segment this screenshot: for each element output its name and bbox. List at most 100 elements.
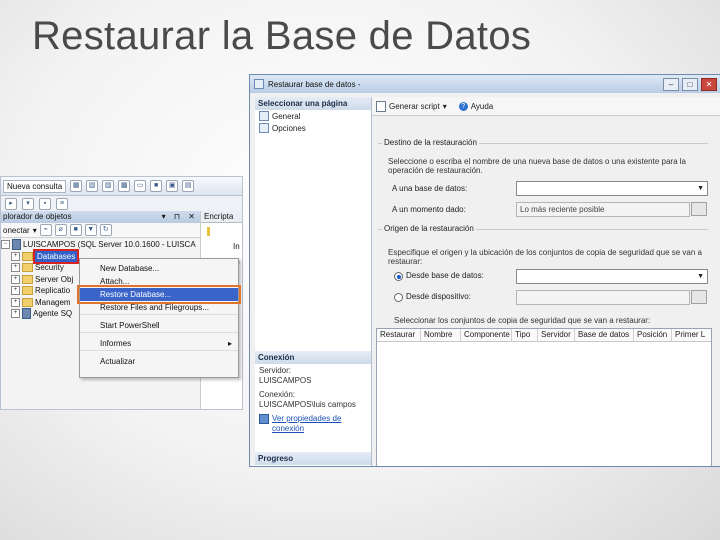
menu-item-refresh[interactable]: Actualizar bbox=[80, 355, 238, 368]
expand-icon[interactable]: + bbox=[11, 309, 20, 319]
table-header: Restaurar Nombre Componente Tipo Servido… bbox=[377, 329, 711, 342]
destination-description: Seleccione o escriba el nombre de una nu… bbox=[388, 157, 686, 175]
destination-group-label: Destino de la restauración bbox=[382, 138, 479, 147]
column-header[interactable]: Servidor bbox=[538, 329, 575, 341]
help-button[interactable]: ? Ayuda bbox=[458, 101, 493, 111]
point-in-time-label: A un momento dado: bbox=[392, 205, 466, 214]
dialog-title: Restaurar base de datos - bbox=[268, 79, 361, 89]
point-in-time-field[interactable]: Lo más reciente posible bbox=[516, 202, 690, 217]
toolbar-icon-4[interactable]: ≡ bbox=[56, 198, 68, 210]
from-device-label: Desde dispositivo: bbox=[406, 292, 471, 301]
toolbar-icon-2[interactable]: ▾ bbox=[22, 198, 34, 210]
server-value: LUISCAMPOS bbox=[259, 376, 312, 385]
from-device-field[interactable] bbox=[516, 290, 690, 305]
save-icon[interactable]: ■ bbox=[150, 180, 163, 192]
chevron-down-icon[interactable]: ▾ bbox=[33, 226, 37, 235]
view-properties: Ver propiedades de conexión bbox=[255, 412, 371, 436]
column-header[interactable]: Tipo bbox=[512, 329, 538, 341]
source-group-label: Origen de la restauración bbox=[382, 224, 476, 233]
page-icon bbox=[259, 111, 269, 121]
context-menu: New Database... Attach... Restore Databa… bbox=[77, 258, 241, 378]
menu-item-reports[interactable]: Informes ▸ bbox=[80, 337, 238, 351]
analysis-query-icon[interactable]: ▧ bbox=[86, 180, 99, 192]
stop-icon[interactable]: ■ bbox=[69, 224, 82, 236]
column-header[interactable]: Primer L bbox=[672, 329, 705, 341]
script-icon bbox=[376, 100, 386, 112]
toolbar-icon-3[interactable]: ▪ bbox=[39, 198, 51, 210]
expand-icon[interactable]: + bbox=[11, 251, 20, 261]
help-icon: ? bbox=[458, 101, 468, 111]
dialog-titlebar[interactable]: Restaurar base de datos - bbox=[250, 75, 720, 93]
maximize-icon[interactable]: □ bbox=[682, 78, 698, 91]
script-button[interactable]: Generar script ▾ bbox=[376, 100, 447, 112]
to-database-label: A una base de datos: bbox=[392, 184, 468, 193]
column-header[interactable]: Base de datos bbox=[575, 329, 634, 341]
connect-icon[interactable]: ⌁ bbox=[39, 224, 52, 236]
point-in-time-browse-button[interactable] bbox=[691, 202, 707, 216]
new-query-button[interactable]: Nueva consulta bbox=[3, 179, 67, 193]
refresh-icon[interactable]: ↻ bbox=[99, 224, 112, 236]
expand-icon[interactable]: + bbox=[11, 274, 20, 284]
menu-item-new-database[interactable]: New Database... bbox=[80, 262, 238, 275]
folder-icon bbox=[22, 297, 33, 307]
menu-item-start-powershell[interactable]: Start PowerShell bbox=[80, 319, 238, 333]
menu-item-attach[interactable]: Attach... bbox=[80, 275, 238, 288]
dialog-toolbar: Generar script ▾ ? Ayuda bbox=[372, 97, 720, 116]
window-controls: – □ ✕ bbox=[663, 78, 717, 91]
connection-info: Conexión: LUISCAMPOS\luis campos bbox=[255, 388, 371, 412]
from-database-combo[interactable]: ▼ bbox=[516, 269, 708, 284]
filter-icon[interactable]: ▼ bbox=[84, 224, 97, 236]
column-header[interactable]: Componente bbox=[461, 329, 512, 341]
menu-item-restore-database[interactable]: Restore Database... bbox=[77, 285, 241, 304]
database-engine-query-icon[interactable]: ▦ bbox=[70, 180, 83, 192]
server-icon bbox=[12, 239, 21, 251]
toolbar-icon-1[interactable]: ▸ bbox=[5, 198, 17, 210]
expand-icon[interactable]: + bbox=[11, 263, 20, 273]
menu-item-label: Informes bbox=[100, 339, 132, 348]
collapse-icon[interactable]: − bbox=[1, 240, 10, 250]
page-icon bbox=[259, 123, 269, 133]
activity-monitor-icon[interactable]: ▤ bbox=[182, 180, 195, 192]
from-database-radio[interactable] bbox=[394, 272, 403, 281]
mdx-query-icon[interactable]: ▨ bbox=[102, 180, 115, 192]
to-database-combo[interactable]: ▼ bbox=[516, 181, 708, 196]
sidebar-item-label: General bbox=[272, 111, 301, 121]
object-explorer-title: plorador de objetos bbox=[3, 212, 72, 221]
destination-group: Destino de la restauración bbox=[378, 138, 708, 147]
chevron-down-icon: ▾ bbox=[442, 101, 447, 111]
disconnect-icon[interactable]: ⌀ bbox=[54, 224, 67, 236]
close-icon[interactable]: ✕ bbox=[701, 78, 717, 91]
tree-item-label: Agente SQ bbox=[33, 309, 73, 318]
folder-icon bbox=[22, 286, 33, 296]
dmx-query-icon[interactable]: ▩ bbox=[118, 180, 131, 192]
folder-icon bbox=[22, 251, 33, 261]
expand-icon[interactable]: + bbox=[11, 286, 20, 296]
sidebar-item-options[interactable]: Opciones bbox=[255, 122, 371, 134]
to-database-value bbox=[517, 184, 520, 193]
connection-header: Conexión bbox=[255, 351, 371, 364]
tree-item-label: Security bbox=[35, 263, 64, 272]
sidebar-item-general[interactable]: General bbox=[255, 110, 371, 122]
from-device-radio[interactable] bbox=[394, 293, 403, 302]
menu-item-restore-files[interactable]: Restore Files and Filegroups... bbox=[80, 301, 238, 315]
column-header[interactable]: Posición bbox=[634, 329, 672, 341]
panel-controls[interactable]: ▾ ⊓ ✕ bbox=[162, 211, 201, 223]
tree-server-node[interactable]: − LUISCAMPOS (SQL Server 10.0.1600 - LUI… bbox=[1, 239, 199, 251]
column-header[interactable]: Restaurar bbox=[377, 329, 421, 341]
view-connection-properties-link[interactable]: Ver propiedades de conexión bbox=[272, 414, 352, 434]
tab-encripta[interactable]: Encripta bbox=[201, 211, 242, 223]
tree-item-label: Replicatio bbox=[35, 286, 71, 295]
server-info: Servidor: LUISCAMPOS bbox=[255, 364, 371, 388]
backup-sets-table[interactable]: Restaurar Nombre Componente Tipo Servido… bbox=[376, 328, 712, 466]
open-file-icon[interactable]: ▭ bbox=[134, 180, 147, 192]
side-text-1: In bbox=[233, 242, 240, 251]
agent-icon bbox=[22, 308, 31, 320]
from-device-browse-button[interactable] bbox=[691, 290, 707, 304]
expand-icon[interactable]: + bbox=[11, 297, 20, 307]
connection-section: Conexión Servidor: LUISCAMPOS Conexión: … bbox=[255, 351, 371, 436]
save-all-icon[interactable]: ▣ bbox=[166, 180, 179, 192]
minimize-icon[interactable]: – bbox=[663, 78, 679, 91]
connect-dropdown[interactable]: onectar bbox=[3, 226, 30, 235]
script-label: Generar script bbox=[389, 101, 440, 111]
column-header[interactable]: Nombre bbox=[421, 329, 461, 341]
